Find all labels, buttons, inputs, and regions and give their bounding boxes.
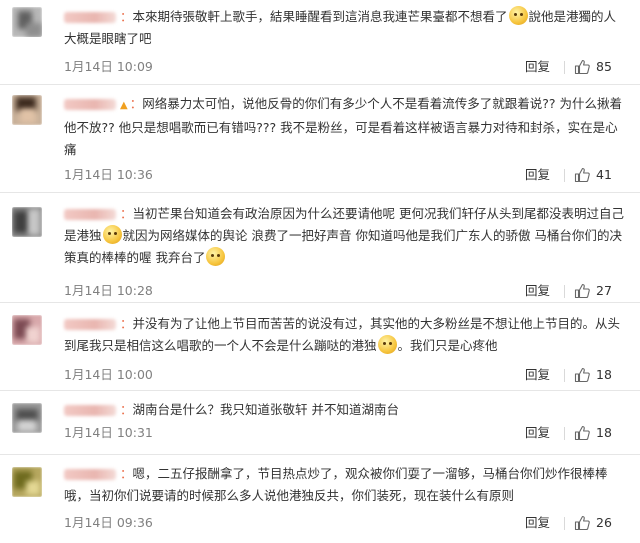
timestamp: 1月14日 10:28 [64,283,153,298]
username[interactable] [64,469,116,480]
avatar[interactable] [12,315,42,345]
username[interactable] [64,405,116,416]
username[interactable] [64,12,116,23]
divider [564,169,565,182]
thumbs-up-icon [574,59,590,75]
comment-meta: 1月14日 10:28 回复 27 [64,281,628,301]
timestamp: 1月14日 10:36 [64,167,153,182]
comment-text: ：湖南台是什么？我只知道张敬轩 并不知道湖南台 [64,399,628,421]
divider [564,369,565,382]
divider [564,517,565,530]
comment-item: ：本來期待張敬軒上歌手，結果睡醒看到這消息我連芒果臺都不想看了 說他是港獨的人大概… [0,0,640,84]
smile-emoji-icon [508,6,528,25]
reply-button[interactable]: 回复 [525,57,550,77]
username-colon: ： [120,9,133,24]
comment-segment: 湖南台是什么？我只知道张敬轩 并不知道湖南台 [132,402,399,417]
like-count: 18 [596,425,612,440]
comment-text: ：当初芒果台知道会有政治原因为什么还要请他呢 更何况我们轩仔从头到尾都没表明过自… [64,203,628,269]
comment-segment: 网络暴力太可怕，说他反骨的你们有多少个人不是看着流传多了就跟着说?? 为什么揪着… [64,96,622,157]
username-colon: ： [129,96,143,111]
avatar[interactable] [12,7,42,37]
timestamp: 1月14日 10:31 [64,425,153,440]
timestamp: 1月14日 10:09 [64,59,153,74]
comment-segment: 嗯，二五仔报酬拿了，节目热点炒了，观众被你们耍了一溜够，马桶台你们炒作很棒棒哦，… [64,466,608,503]
divider [564,61,565,74]
reply-button[interactable]: 回复 [525,365,550,385]
like-count: 27 [596,283,612,298]
avatar[interactable] [12,95,42,125]
comment-text: ：嗯，二五仔报酬拿了，节目热点炒了，观众被你们耍了一溜够，马桶台你们炒作很棒棒哦… [64,463,628,507]
comment-text: ：本來期待張敬軒上歌手，結果睡醒看到這消息我連芒果臺都不想看了 說他是港獨的人大概… [64,6,628,50]
comment-meta: 1月14日 10:00 回复 18 [64,365,628,385]
comment-segment: 。我们只是心疼他 [397,338,498,353]
sweat-emoji-icon [102,225,122,244]
like-count: 41 [596,167,612,182]
comment-segment: 本來期待張敬軒上歌手，結果睡醒看到這消息我連芒果臺都不想看了 [132,9,508,24]
username[interactable] [64,209,116,220]
avatar[interactable] [12,467,42,497]
reply-button[interactable]: 回复 [525,423,550,443]
comment-meta: 1月14日 10:09 回复 85 [64,57,628,77]
vip-badge-icon: ▲ [120,100,128,111]
comment-segment: 并没有为了让他上节目而苦苦的说没有过，其实他的大多粉丝是不想让他上节目的。从头到… [64,316,621,353]
like-count: 85 [596,59,612,74]
comment-item: ：当初芒果台知道会有政治原因为什么还要请他呢 更何况我们轩仔从头到尾都没表明过自… [0,192,640,302]
divider [564,427,565,440]
username-colon: ： [120,316,133,331]
username-colon: ： [120,402,133,417]
thumbs-up-icon [574,367,590,383]
comment-item: ▲ ：网络暴力太可怕，说他反骨的你们有多少个人不是看着流传多了就跟着说?? 为什么… [0,84,640,192]
angry-emoji-icon [206,247,226,266]
username-colon: ： [120,206,133,221]
like-count: 26 [596,515,612,530]
comment-item: ：并没有为了让他上节目而苦苦的说没有过，其实他的大多粉丝是不想让他上节目的。从头… [0,302,640,390]
comment-item: ：嗯，二五仔报酬拿了，节目热点炒了，观众被你们耍了一溜够，马桶台你们炒作很棒棒哦… [0,454,640,543]
comment-text: ：并没有为了让他上节目而苦苦的说没有过，其实他的大多粉丝是不想让他上节目的。从头… [64,313,628,357]
comment-meta: 1月14日 09:36 回复 26 [64,513,628,533]
username[interactable] [64,99,116,110]
reply-button[interactable]: 回复 [525,281,550,301]
reply-button[interactable]: 回复 [525,165,550,185]
divider [564,285,565,298]
comment-feed: ：本來期待張敬軒上歌手，結果睡醒看到這消息我連芒果臺都不想看了 說他是港獨的人大概… [0,0,640,543]
comment-item: ：湖南台是什么？我只知道张敬轩 并不知道湖南台 1月14日 10:31 回复 1… [0,390,640,454]
comment-segment: 就因为网络媒体的舆论 浪费了一把好声音 你知道吗他是我们广东人的骄傲 马桶台你们… [64,228,622,265]
timestamp: 1月14日 09:36 [64,515,153,530]
thumbs-up-icon [574,283,590,299]
username[interactable] [64,319,116,330]
sigh-emoji-icon [377,335,397,354]
avatar[interactable] [12,207,42,237]
comment-meta: 1月14日 10:36 回复 41 [64,165,628,185]
comment-meta: 1月14日 10:31 回复 18 [64,423,628,443]
like-count: 18 [596,367,612,382]
timestamp: 1月14日 10:00 [64,367,153,382]
thumbs-up-icon [574,167,590,183]
thumbs-up-icon [574,515,590,531]
username-colon: ： [120,466,133,481]
comment-text: ▲ ：网络暴力太可怕，说他反骨的你们有多少个人不是看着流传多了就跟着说?? 为什么… [64,93,628,161]
avatar[interactable] [12,403,42,433]
reply-button[interactable]: 回复 [525,513,550,533]
thumbs-up-icon [574,425,590,441]
